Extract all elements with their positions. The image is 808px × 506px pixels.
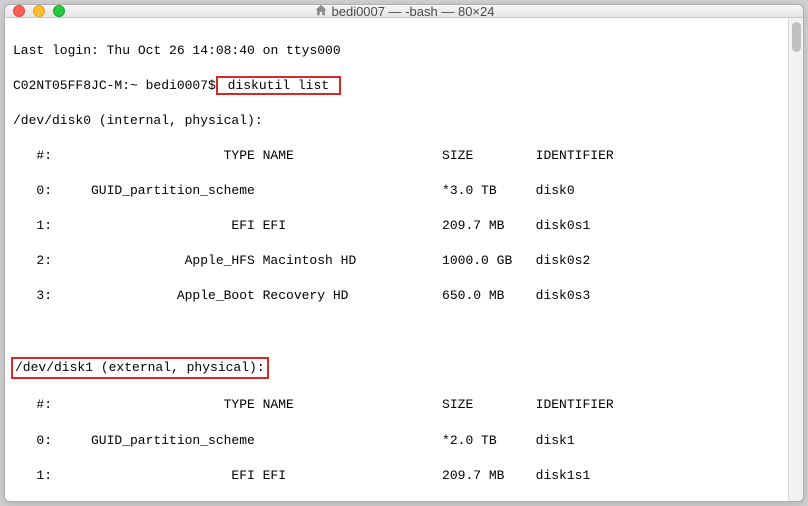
col-header-ident: IDENTIFIER bbox=[536, 396, 614, 414]
disk0-header: /dev/disk0 (internal, physical): bbox=[13, 112, 780, 130]
highlighted-disk1-header: /dev/disk1 (external, physical): bbox=[11, 357, 269, 379]
terminal-window: bedi0007 — -bash — 80×24 Last login: Thu… bbox=[4, 4, 804, 502]
command-line: C02NT05FF8JC-M:~ bedi0007$ diskutil list bbox=[13, 77, 780, 95]
highlighted-command: diskutil list bbox=[216, 76, 341, 95]
last-login-line: Last login: Thu Oct 26 14:08:40 on ttys0… bbox=[13, 42, 780, 60]
minimize-icon[interactable] bbox=[33, 5, 45, 17]
traffic-lights bbox=[13, 5, 65, 17]
close-icon[interactable] bbox=[13, 5, 25, 17]
col-header-size: SIZE bbox=[442, 147, 536, 165]
window-title-text: bedi0007 — -bash — 80×24 bbox=[332, 4, 495, 19]
table-row: 1:EFIEFI209.7 MBdisk0s1 bbox=[13, 217, 780, 235]
blank-line bbox=[13, 322, 780, 340]
table-row: 0:GUID_partition_scheme*3.0 TBdisk0 bbox=[13, 182, 780, 200]
col-header-type: TYPE bbox=[68, 396, 263, 414]
disk0-columns: #:TYPENAMESIZEIDENTIFIER bbox=[13, 147, 780, 165]
col-header-idx: #: bbox=[13, 396, 68, 414]
table-row: 1:EFIEFI209.7 MBdisk1s1 bbox=[13, 467, 780, 485]
table-row: 2:Apple_HFSMacintosh HD1000.0 GBdisk0s2 bbox=[13, 252, 780, 270]
col-header-name: NAME bbox=[263, 396, 442, 414]
titlebar: bedi0007 — -bash — 80×24 bbox=[5, 5, 803, 18]
disk1-columns: #:TYPENAMESIZEIDENTIFIER bbox=[13, 396, 780, 414]
prompt-text: C02NT05FF8JC-M:~ bedi0007$ bbox=[13, 78, 216, 93]
scrollbar[interactable] bbox=[788, 18, 803, 502]
terminal-body[interactable]: Last login: Thu Oct 26 14:08:40 on ttys0… bbox=[5, 18, 788, 502]
table-row: 3:Apple_BootRecovery HD650.0 MBdisk0s3 bbox=[13, 287, 780, 305]
terminal-area: Last login: Thu Oct 26 14:08:40 on ttys0… bbox=[5, 18, 803, 502]
maximize-icon[interactable] bbox=[53, 5, 65, 17]
window-title: bedi0007 — -bash — 80×24 bbox=[5, 4, 803, 20]
col-header-ident: IDENTIFIER bbox=[536, 147, 614, 165]
table-row: 0:GUID_partition_scheme*2.0 TBdisk1 bbox=[13, 432, 780, 450]
col-header-type: TYPE bbox=[68, 147, 263, 165]
disk1-header-highlight: /dev/disk1 (external, physical): bbox=[13, 357, 780, 379]
col-header-size: SIZE bbox=[442, 396, 536, 414]
home-icon bbox=[314, 4, 328, 20]
col-header-name: NAME bbox=[263, 147, 442, 165]
scroll-thumb[interactable] bbox=[792, 22, 801, 52]
col-header-idx: #: bbox=[13, 147, 68, 165]
